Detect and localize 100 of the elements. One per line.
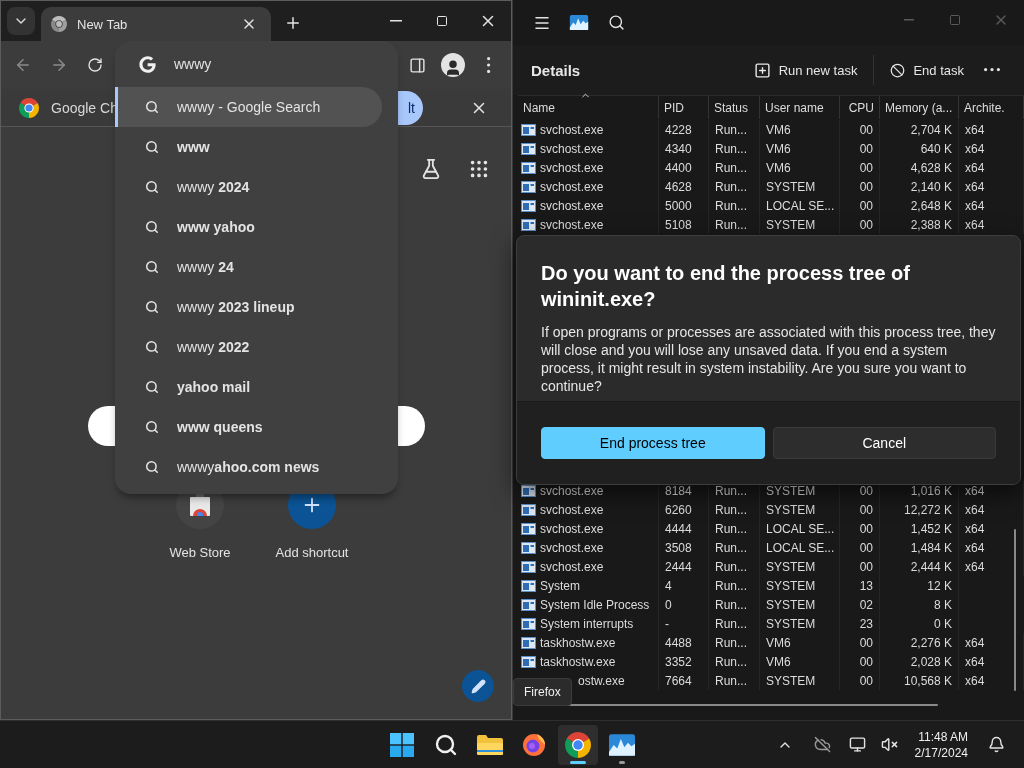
arrow-right-icon: [50, 56, 68, 74]
column-header[interactable]: Status: [709, 96, 760, 119]
table-cell: x64: [959, 120, 1024, 139]
table-cell: SYSTEM: [760, 671, 840, 690]
suggestion-item[interactable]: wwwy 2023 lineup: [115, 287, 398, 327]
confirm-button[interactable]: End process tree: [541, 427, 765, 459]
chrome-icon: [565, 731, 591, 758]
table-cell: 00: [840, 633, 880, 652]
table-cell: SYSTEM: [760, 500, 840, 519]
end-task-button[interactable]: End task: [880, 56, 974, 84]
table-cell: LOCAL SE...: [760, 538, 840, 557]
table-cell: SYSTEM: [760, 614, 840, 633]
table-cell: 00: [840, 177, 880, 196]
table-cell: Run...: [709, 595, 760, 614]
profile-button[interactable]: [441, 53, 465, 77]
run-new-task-button[interactable]: Run new task: [743, 55, 868, 85]
table-cell: svchost.exe: [518, 139, 659, 158]
table-cell: SYSTEM: [760, 215, 840, 234]
table-cell: 6260: [659, 500, 709, 519]
chrome-icon: [19, 97, 39, 118]
table-cell: svchost.exe: [518, 500, 659, 519]
minimize-icon: [390, 20, 402, 22]
person-icon: [444, 59, 462, 77]
table-cell: Run...: [709, 139, 760, 158]
table-cell: SYSTEM: [760, 576, 840, 595]
page-title: Details: [531, 61, 581, 79]
table-cell: Run...: [709, 614, 760, 633]
pencil-icon: [470, 678, 486, 694]
tab-search-button[interactable]: [7, 7, 35, 35]
column-header[interactable]: Name: [518, 96, 659, 119]
firefox-icon: [522, 732, 546, 757]
suggestion-item[interactable]: wwwy 24: [115, 247, 398, 287]
column-header[interactable]: Archite.: [959, 96, 1024, 119]
search-icon: [145, 180, 159, 194]
windows-logo-icon: [390, 732, 414, 757]
monitor-icon: [849, 736, 867, 753]
table-cell: 1,484 K: [880, 538, 959, 557]
process-icon: [521, 180, 536, 193]
tab-title: New Tab: [77, 16, 129, 32]
browser-tab[interactable]: New Tab: [41, 7, 271, 41]
search-icon: [145, 140, 159, 154]
table-cell: Run...: [709, 652, 760, 671]
maximize-icon: [949, 14, 961, 26]
process-icon: [521, 655, 536, 668]
table-cell: 12,272 K: [880, 500, 959, 519]
suggestion-item[interactable]: www: [115, 127, 398, 167]
process-icon: [521, 598, 536, 611]
table-cell: Run...: [709, 158, 760, 177]
table-cell: 2,444 K: [880, 557, 959, 576]
scrollbar[interactable]: [1014, 529, 1016, 691]
table-cell: 4400: [659, 158, 709, 177]
table-cell: x64: [959, 139, 1024, 158]
folder-icon: [477, 733, 503, 756]
table-cell: 4340: [659, 139, 709, 158]
suggestion-item[interactable]: wwwy - Google Search: [115, 87, 382, 127]
table-cell: SYSTEM: [760, 595, 840, 614]
address-field[interactable]: wwwy: [174, 56, 374, 72]
taskbar-button[interactable]: [558, 724, 598, 765]
flask-icon: [420, 158, 442, 180]
table-cell: System interrupts: [518, 614, 659, 633]
search-icon: [145, 420, 159, 434]
suggestion-item[interactable]: yahoo mail: [115, 367, 398, 407]
table-cell: Run...: [709, 671, 760, 690]
suggestion-item[interactable]: wwwyahoo.com news: [115, 447, 398, 487]
search-icon: [434, 732, 458, 757]
suggestion-item[interactable]: wwwy 2024: [115, 167, 398, 207]
dialog-message: If open programs or processes are associated with this process tree, they will close and you will lose any unsaved data. If you end a system process, it might result in system instability. Are you sure you want to continue?: [541, 323, 996, 395]
suggestion-item[interactable]: www queens: [115, 407, 398, 447]
process-icon: [521, 161, 536, 174]
table-cell: VM6: [760, 139, 840, 158]
process-icon: [521, 522, 536, 535]
process-icon: [521, 142, 536, 155]
column-header[interactable]: Memory (a...: [880, 96, 959, 119]
column-header[interactable]: PID: [659, 96, 709, 119]
table-cell: Run...: [709, 519, 760, 538]
table-cell: VM6: [760, 633, 840, 652]
table-cell: x64: [959, 500, 1024, 519]
cancel-button[interactable]: Cancel: [772, 427, 996, 459]
table-cell: Run...: [709, 196, 760, 215]
edit-button[interactable]: [462, 670, 494, 702]
search-icon: [145, 340, 159, 354]
plus-icon: [284, 14, 302, 32]
suggestion-item[interactable]: wwwy 2022: [115, 327, 398, 367]
more-icon: [487, 57, 491, 73]
process-icon: [521, 617, 536, 630]
search-icon: [145, 220, 159, 234]
table-cell: 00: [840, 519, 880, 538]
suggestion-item[interactable]: www yahoo: [115, 207, 398, 247]
column-header[interactable]: CPU: [840, 96, 880, 119]
table-cell: x64: [959, 196, 1024, 215]
table-cell: 10,568 K: [880, 671, 959, 690]
tooltip: Firefox: [513, 678, 572, 706]
task-manager-icon: [569, 15, 589, 30]
table-cell: 5108: [659, 215, 709, 234]
table-cell: -: [659, 614, 709, 633]
table-cell: VM6: [760, 158, 840, 177]
table-cell: svchost.exe: [518, 120, 659, 139]
table-cell: Run...: [709, 120, 760, 139]
column-header[interactable]: User name: [760, 96, 840, 119]
table-cell: 8 K: [880, 595, 959, 614]
